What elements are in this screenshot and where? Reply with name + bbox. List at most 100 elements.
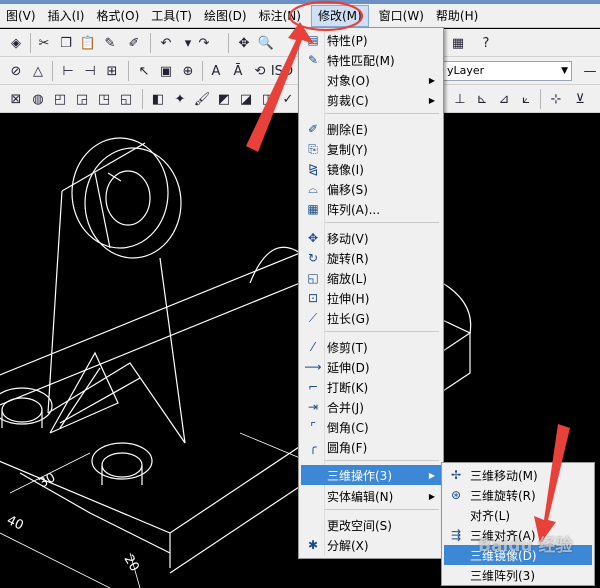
dim-update-icon[interactable]: ⟲ — [250, 61, 270, 81]
circle-slash-icon[interactable]: ⊘ — [6, 61, 26, 81]
dim-text-edit-icon[interactable]: Ā — [228, 61, 248, 81]
leader-icon[interactable]: ↖ — [134, 61, 154, 81]
menu-separator — [325, 113, 439, 114]
menu-help[interactable]: 帮助(H) — [430, 5, 484, 27]
menu-separator — [325, 460, 439, 461]
chevron-right-icon: ▶ — [428, 75, 435, 85]
torus-icon[interactable]: ◱ — [116, 89, 136, 109]
toolbar-separator — [30, 33, 31, 53]
dim-linear-icon[interactable]: ⊢ — [58, 61, 78, 81]
dim-baseline-icon[interactable]: ⊣ — [80, 61, 100, 81]
dim-edit-icon[interactable]: A — [206, 61, 226, 81]
menu-item-explode[interactable]: ✱ 分解(X) — [301, 535, 441, 555]
sphere-icon[interactable]: ◍ — [28, 89, 48, 109]
menu-item-extend[interactable]: ⟶ 延伸(D) — [301, 357, 441, 377]
menu-format[interactable]: 格式(O) — [90, 5, 145, 27]
menu-bar: 图(V) 插入(I) 格式(O) 工具(T) 绘图(D) 标注(N) 修改(M)… — [0, 4, 600, 28]
menu-item-label: 三维操作(3) — [327, 468, 392, 483]
block-editor-icon[interactable]: ✐ — [124, 33, 144, 53]
submenu-item-3d-array[interactable]: 三维阵列(3) — [444, 565, 592, 585]
menu-item-mirror[interactable]: ⧎ 镜像(I) — [301, 159, 441, 179]
publish-icon[interactable]: ◈ — [6, 33, 26, 53]
menu-item-label: 阵列(A)... — [327, 202, 381, 217]
menu-separator — [325, 509, 439, 510]
layer-combo[interactable]: yLayer ▼ — [442, 61, 572, 81]
interfere-icon[interactable]: ◫ — [258, 89, 278, 109]
box-icon[interactable]: ⊠ — [6, 89, 26, 109]
ucs-x-icon[interactable]: ⊾ — [472, 89, 492, 109]
submenu-item-align[interactable]: 对齐(L) — [444, 505, 592, 525]
3d-rotate-icon: ⊛ — [450, 488, 462, 502]
menu-item-label: 更改空间(S) — [327, 518, 392, 533]
paste-icon[interactable]: 📋 — [78, 33, 98, 53]
menu-draw[interactable]: 绘图(D) — [198, 5, 253, 27]
menu-item-label: 三维阵列(3) — [470, 568, 535, 583]
angle-icon[interactable]: △ — [28, 61, 48, 81]
toolbar-separator — [150, 33, 151, 53]
scale-icon: ◱ — [307, 271, 319, 285]
section-icon[interactable]: ◩ — [214, 89, 234, 109]
menu-item-fillet[interactable]: ╭ 圆角(F) — [301, 437, 441, 457]
menu-item-lengthen[interactable]: ⟋ 拉长(G) — [301, 308, 441, 328]
help-icon[interactable]: ? — [476, 33, 496, 53]
check-icon[interactable]: ✓ — [278, 89, 298, 109]
menu-item-break[interactable]: ⌐ 打断(K) — [301, 377, 441, 397]
menu-dimension[interactable]: 标注(N) — [253, 5, 307, 27]
cut-icon[interactable]: ✂ — [34, 33, 54, 53]
ucs-y-icon[interactable]: ⟀ — [516, 89, 536, 109]
copy-icon[interactable]: ❐ — [56, 33, 76, 53]
menu-item-offset[interactable]: ⌓ 偏移(S) — [301, 179, 441, 199]
menu-view[interactable]: 图(V) — [0, 5, 42, 27]
calculator-icon[interactable]: ▦ — [448, 33, 468, 53]
submenu-item-3d-move[interactable]: ✢ 三维移动(M) — [444, 465, 592, 485]
menu-item-stretch[interactable]: ⊡ 拉伸(H) — [301, 288, 441, 308]
trim-icon: ⁄ — [311, 340, 314, 354]
ucs-view-icon[interactable]: ⊻ — [570, 89, 590, 109]
menu-item-properties[interactable]: ▤ 特性(P) — [301, 30, 441, 50]
menu-item-join[interactable]: ⇥ 合并(J) — [301, 397, 441, 417]
menu-modify[interactable]: 修改(M) — [310, 4, 369, 27]
dim-continue-icon[interactable]: ⊞ — [102, 61, 122, 81]
menu-item-label: 合并(J) — [327, 400, 364, 415]
menu-item-scale[interactable]: ◱ 缩放(L) — [301, 268, 441, 288]
match-prop-icon[interactable]: ✎ — [100, 33, 120, 53]
tolerance-icon[interactable]: ▣ — [156, 61, 176, 81]
pan-icon[interactable]: ✥ — [234, 33, 254, 53]
submenu-item-3d-rotate[interactable]: ⊛ 三维旋转(R) — [444, 485, 592, 505]
paint-icon[interactable]: 🖌 — [192, 89, 212, 109]
menu-item-label: 实体编辑(N) — [327, 489, 394, 504]
menu-insert[interactable]: 插入(I) — [42, 5, 91, 27]
menu-item-clip[interactable]: 剪裁(C) ▶ — [301, 90, 441, 110]
cone-icon[interactable]: ◲ — [72, 89, 92, 109]
menu-item-3d-operations[interactable]: 三维操作(3) ▶ — [301, 465, 441, 485]
slice-icon[interactable]: ◪ — [236, 89, 256, 109]
extrude-icon[interactable]: ◧ — [148, 89, 168, 109]
menu-window[interactable]: 窗口(W) — [373, 5, 430, 27]
zoom-realtime-icon[interactable]: 🔍 — [256, 33, 276, 53]
menu-item-rotate[interactable]: ↻ 旋转(R) — [301, 248, 441, 268]
lineweight-icon[interactable]: — — [580, 61, 600, 81]
menu-item-label: 剪裁(C) — [327, 93, 369, 108]
dim-label-c: 40 — [4, 513, 25, 534]
menu-item-move[interactable]: ✥ 移动(V) — [301, 228, 441, 248]
undo-icon[interactable]: ↶ — [156, 33, 176, 53]
revolve-icon[interactable]: ✦ — [170, 89, 190, 109]
menu-item-change-space[interactable]: 更改空间(S) — [301, 515, 441, 535]
menu-item-erase[interactable]: ✐ 删除(E) — [301, 119, 441, 139]
menu-item-trim[interactable]: ⁄ 修剪(T) — [301, 337, 441, 357]
ucs-z-icon[interactable]: ⊿ — [494, 89, 514, 109]
ucs-icon[interactable]: ⊥ — [450, 89, 470, 109]
menu-tools[interactable]: 工具(T) — [145, 5, 198, 27]
menu-item-copy[interactable]: ⎘ 复制(Y) — [301, 139, 441, 159]
menu-item-object[interactable]: 对象(O) ▶ — [301, 70, 441, 90]
center-mark-icon[interactable]: ⊕ — [178, 61, 198, 81]
wedge-icon[interactable]: ◳ — [94, 89, 114, 109]
menu-item-solid-editing[interactable]: 实体编辑(N) ▶ — [301, 486, 441, 506]
ucs-origin-icon[interactable]: ⊹ — [546, 89, 566, 109]
redo-icon[interactable]: ↷ — [194, 33, 214, 53]
menu-item-chamfer[interactable]: ⌜ 倒角(C) — [301, 417, 441, 437]
menu-item-match-properties[interactable]: ✎ 特性匹配(M) — [301, 50, 441, 70]
cylinder-icon[interactable]: ◰ — [50, 89, 70, 109]
menu-item-array[interactable]: ▦ 阵列(A)... — [301, 199, 441, 219]
3d-align-icon: ⇶ — [450, 528, 462, 542]
